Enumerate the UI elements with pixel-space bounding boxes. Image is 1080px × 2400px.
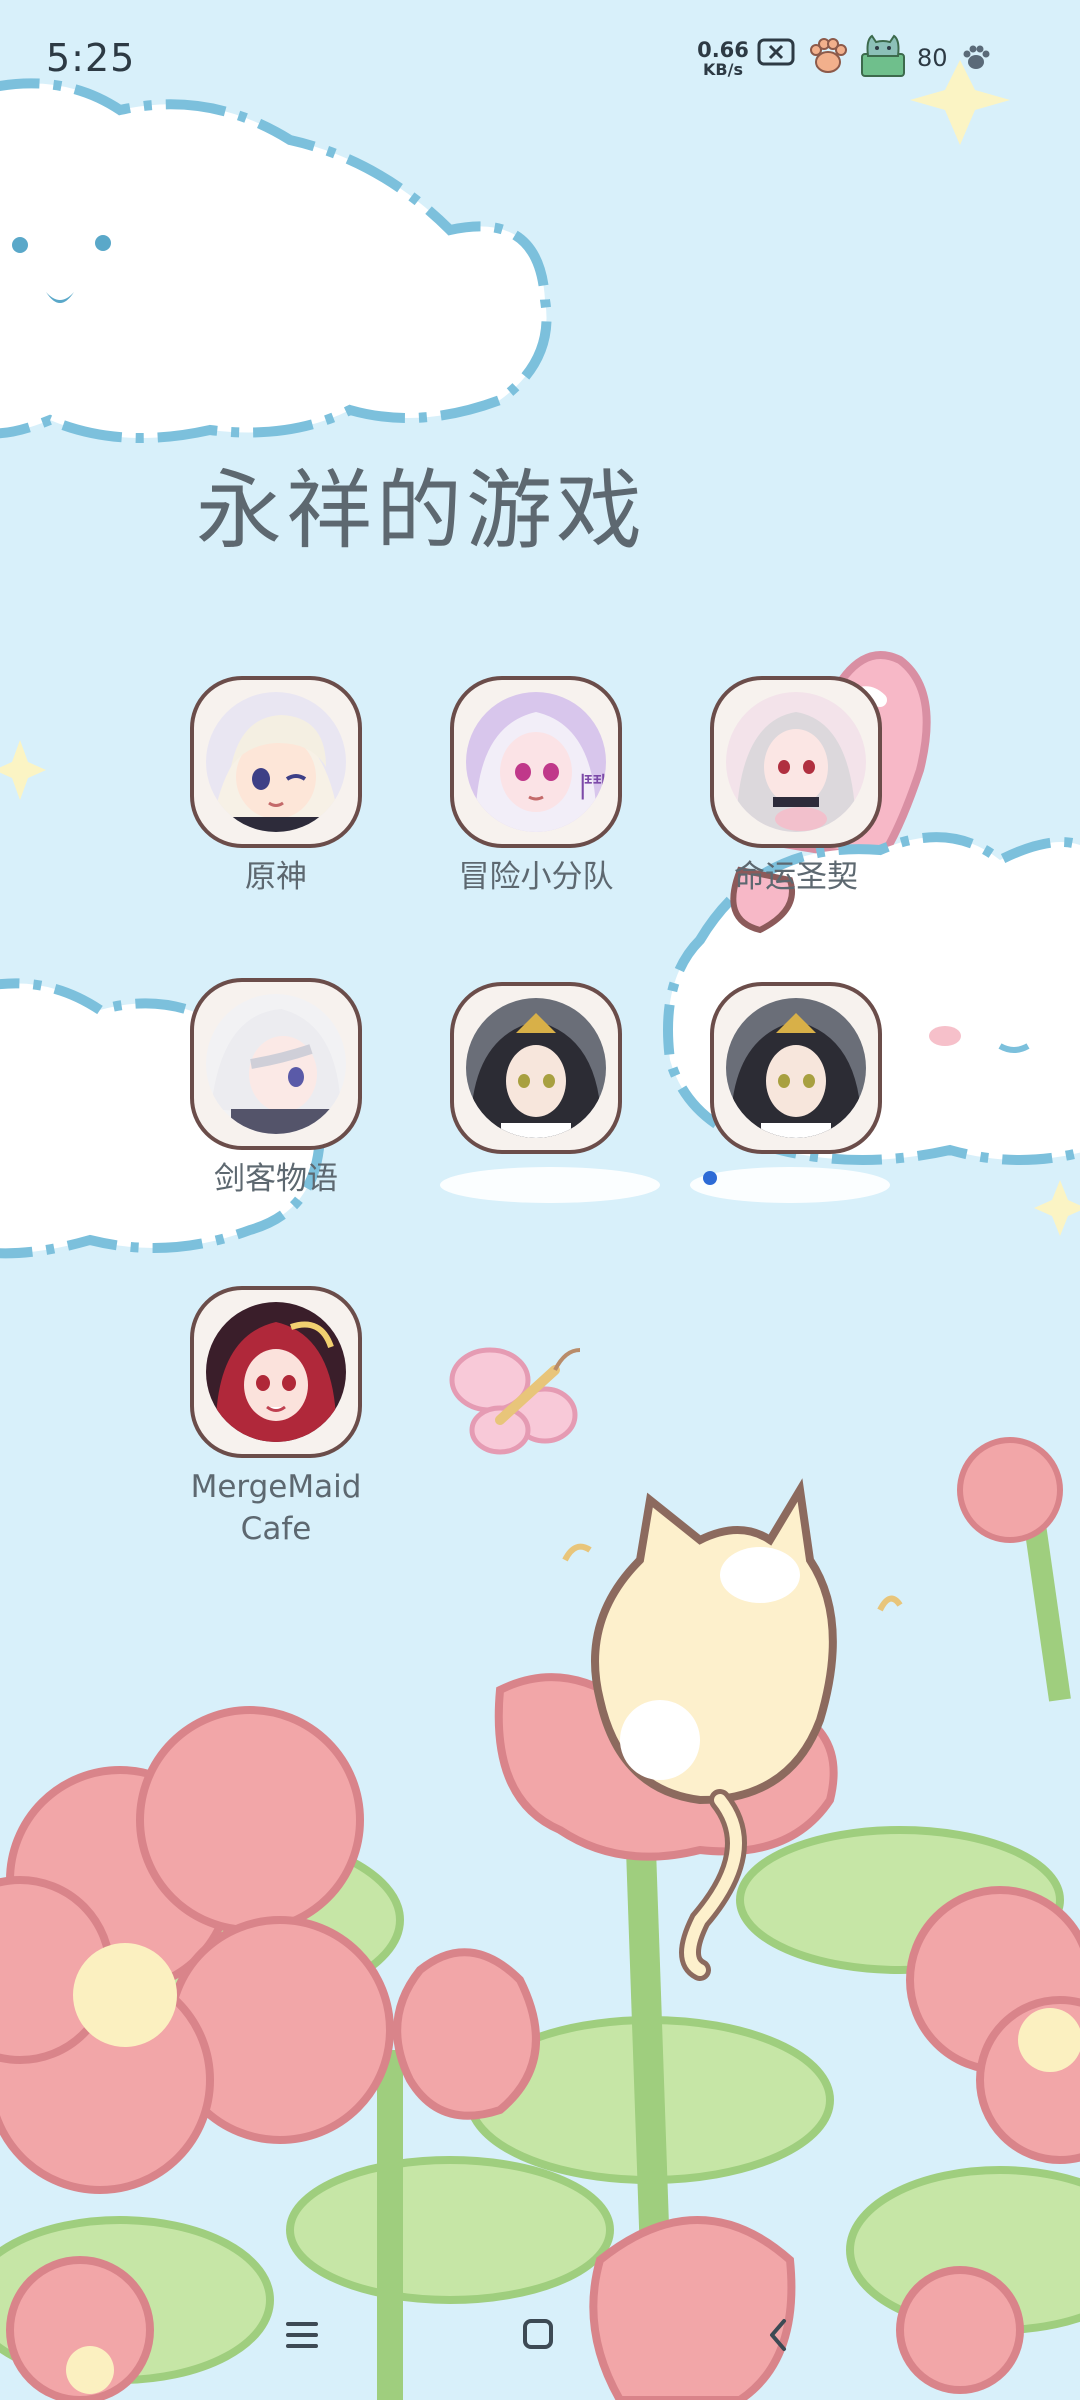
app-label: 原神 (245, 859, 307, 895)
svg-text:鬥: 鬥 (579, 771, 607, 804)
app-label: 冒险小分队 (458, 859, 614, 895)
battery-level: 80 (917, 44, 948, 72)
back-icon[interactable] (748, 2310, 808, 2360)
mergemaid-cafe-app-icon[interactable] (190, 1286, 362, 1458)
app-mergemaid-cafe[interactable]: MergeMaid Cafe (166, 1286, 386, 1550)
status-bar: 5:25 0.66 KB/s 80 (0, 0, 1080, 120)
cat-icon (858, 32, 908, 82)
network-speed: 0.66 KB/s (696, 40, 750, 80)
sim-x-icon (756, 36, 796, 72)
swordsman-tale-app-icon[interactable] (190, 978, 362, 1150)
home-icon[interactable] (508, 2310, 568, 2360)
app-genshin[interactable]: 原神 (166, 676, 386, 898)
app-unnamed-game-2[interactable] (686, 982, 906, 1162)
network-speed-value: 0.66 (697, 38, 749, 62)
unnamed-game-app-icon[interactable] (450, 982, 622, 1154)
app-label: MergeMaid Cafe (190, 1469, 362, 1547)
folder-title[interactable]: 永祥的游戏 (196, 440, 646, 565)
paw-small-icon (962, 44, 990, 76)
app-unnamed-game-1[interactable] (426, 982, 646, 1162)
navigation-bar (0, 2290, 1080, 2380)
genshin-app-icon[interactable] (190, 676, 362, 848)
menu-icon[interactable] (272, 2310, 332, 2360)
clock: 5:25 (46, 36, 136, 80)
destiny-covenant-app-icon[interactable] (710, 676, 882, 848)
app-label: 命运圣契 (734, 859, 858, 895)
network-speed-unit: KB/s (703, 60, 743, 79)
app-adventure-squad[interactable]: 鬥 冒险小分队 (426, 676, 646, 898)
app-label: 剑客物语 (214, 1161, 338, 1197)
wallpaper (0, 0, 1080, 2400)
app-swordsman-tale[interactable]: 剑客物语 (166, 978, 386, 1200)
paw-icon (808, 36, 848, 80)
app-destiny-covenant[interactable]: 命运圣契 (686, 676, 906, 898)
unnamed-game-app-icon[interactable] (710, 982, 882, 1154)
adventure-squad-app-icon[interactable]: 鬥 (450, 676, 622, 848)
